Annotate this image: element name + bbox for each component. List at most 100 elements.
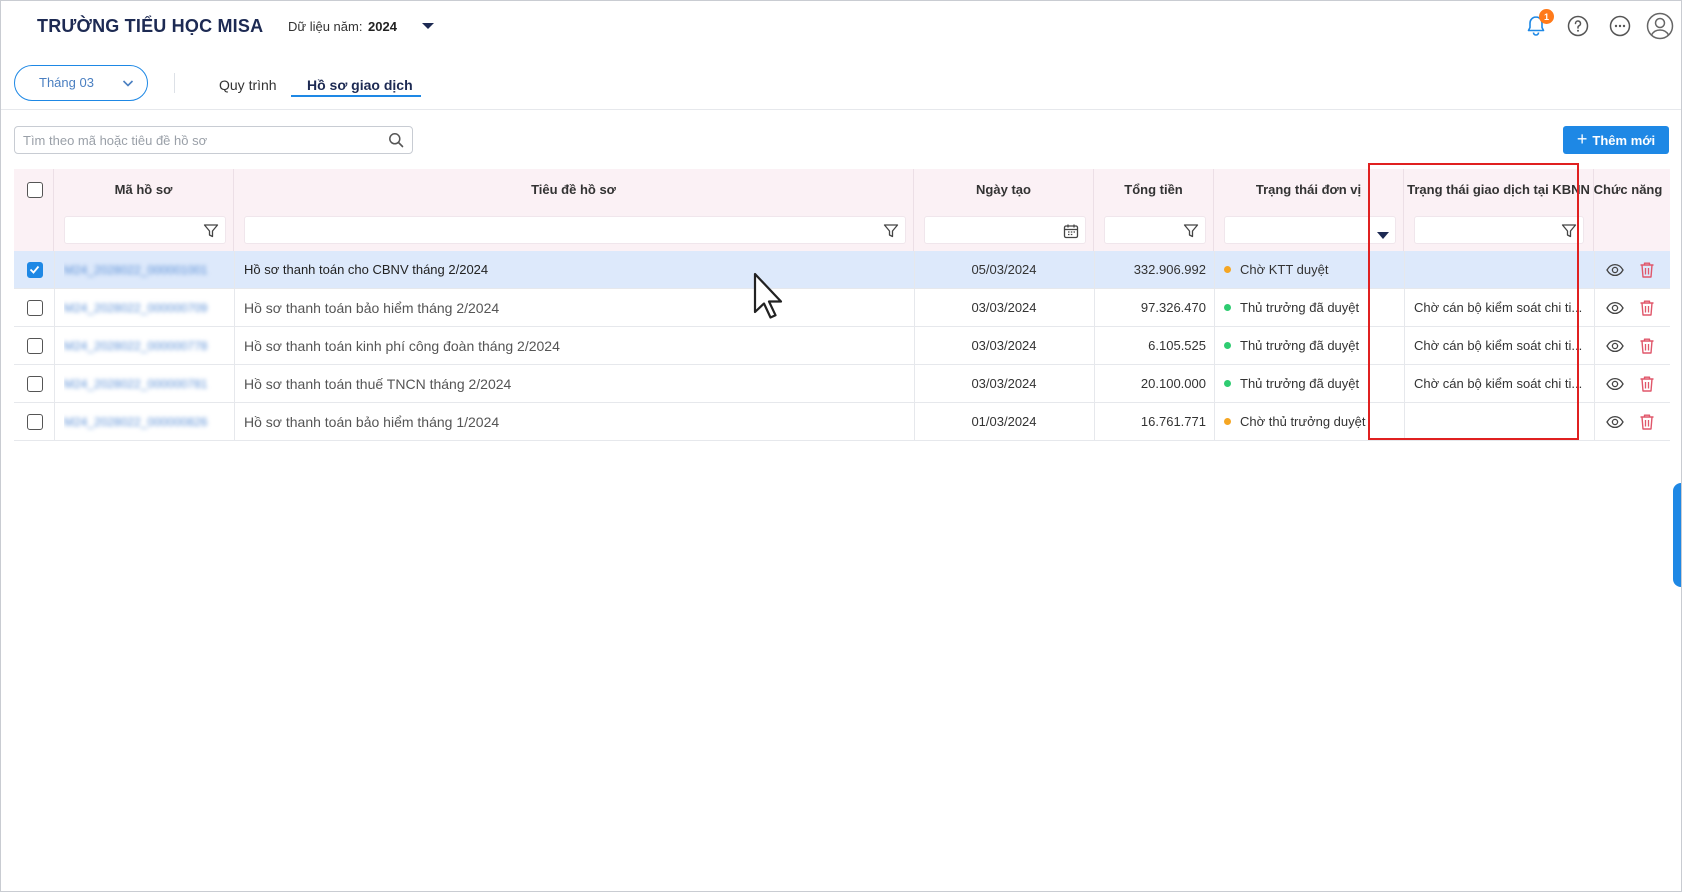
row-code-cell: M24_2028022_000000781 <box>64 365 234 402</box>
row-checkbox[interactable] <box>27 262 43 278</box>
row-code-cell: M24_2028022_000000778 <box>64 327 234 364</box>
record-amount: 6.105.525 <box>1148 338 1206 353</box>
trash-icon[interactable] <box>1639 413 1655 431</box>
record-amount: 97.326.470 <box>1140 300 1206 315</box>
search-input[interactable] <box>23 131 383 149</box>
filter-icon[interactable] <box>1183 223 1199 244</box>
date-filter[interactable] <box>924 216 1086 244</box>
record-date: 03/03/2024 <box>971 376 1037 391</box>
column-amount-header[interactable]: Tổng tiền <box>1094 182 1213 197</box>
record-code[interactable]: M24_2028022_000000778 <box>64 339 207 353</box>
active-tab-indicator <box>291 95 421 97</box>
record-title: Hồ sơ thanh toán cho CBNV tháng 2/2024 <box>244 262 489 277</box>
row-code-cell: M24_2028022_000000826 <box>64 403 234 440</box>
row-actions-cell <box>1604 327 1674 364</box>
toolbar-divider <box>174 73 175 93</box>
eye-icon[interactable] <box>1606 261 1624 279</box>
row-amount-cell: 97.326.470 <box>1094 289 1206 326</box>
year-value[interactable]: 2024 <box>368 19 397 34</box>
add-new-button[interactable]: + Thêm mới <box>1563 126 1669 154</box>
title-filter[interactable] <box>244 216 906 244</box>
more-icon[interactable] <box>1605 11 1635 41</box>
record-code[interactable]: M24_2028022_000000709 <box>64 301 207 315</box>
bell-icon[interactable]: 1 <box>1521 9 1554 41</box>
row-checkbox[interactable] <box>27 414 43 430</box>
trash-icon[interactable] <box>1639 337 1655 355</box>
filter-icon[interactable] <box>203 223 219 244</box>
record-amount: 332.906.992 <box>1133 262 1206 277</box>
column-actions-header: Chức năng <box>1593 182 1663 197</box>
column-separator <box>914 251 915 441</box>
row-title-cell: Hồ sơ thanh toán bảo hiểm tháng 2/2024 <box>244 289 904 326</box>
column-code-header[interactable]: Mã hồ sơ <box>54 182 233 197</box>
eye-icon[interactable] <box>1606 299 1624 317</box>
tab-ho-so-giao-dich[interactable]: Hồ sơ giao dịch <box>307 77 413 93</box>
row-date-cell: 01/03/2024 <box>914 403 1094 440</box>
trash-icon[interactable] <box>1639 261 1655 279</box>
month-value: Tháng 03 <box>39 75 94 90</box>
row-amount-cell: 20.100.000 <box>1094 365 1206 402</box>
row-checkbox[interactable] <box>27 376 43 392</box>
eye-icon[interactable] <box>1606 337 1624 355</box>
record-title: Hồ sơ thanh toán bảo hiểm tháng 2/2024 <box>244 299 500 316</box>
mouse-pointer-icon <box>753 272 785 325</box>
row-code-cell: M24_2028022_000001001 <box>64 251 234 288</box>
amount-filter[interactable] <box>1104 216 1206 244</box>
row-title-cell: Hồ sơ thanh toán kinh phí công đoàn thán… <box>244 327 904 364</box>
trash-icon[interactable] <box>1639 299 1655 317</box>
row-date-cell: 03/03/2024 <box>914 289 1094 326</box>
eye-icon[interactable] <box>1606 413 1624 431</box>
row-checkbox[interactable] <box>27 300 43 316</box>
help-icon[interactable] <box>1563 11 1593 41</box>
row-actions-cell <box>1604 289 1674 326</box>
status-dot <box>1224 304 1231 311</box>
column-separator <box>54 251 55 441</box>
code-filter[interactable] <box>64 216 226 244</box>
record-date: 03/03/2024 <box>971 300 1037 315</box>
calendar-icon[interactable] <box>1063 223 1079 244</box>
toolbar-divider-line <box>1 109 1681 110</box>
column-separator <box>1094 251 1095 441</box>
row-actions-cell <box>1604 365 1674 402</box>
status-dot <box>1224 342 1231 349</box>
notification-badge: 1 <box>1539 9 1554 24</box>
year-dropdown-icon[interactable] <box>422 23 434 29</box>
chevron-down-icon <box>121 76 135 95</box>
user-avatar-icon[interactable] <box>1645 11 1675 41</box>
row-title-cell: Hồ sơ thanh toán thuế TNCN tháng 2/2024 <box>244 365 904 402</box>
column-title-header[interactable]: Tiêu đề hồ sơ <box>234 182 913 197</box>
record-amount: 16.761.771 <box>1140 414 1206 429</box>
record-title: Hồ sơ thanh toán bảo hiểm tháng 1/2024 <box>244 413 500 430</box>
header-date: Ngày tạo <box>914 169 1094 251</box>
status-dot <box>1224 418 1231 425</box>
row-checkbox[interactable] <box>27 338 43 354</box>
search-icon[interactable] <box>388 132 404 153</box>
record-unit-status: Thủ trưởng đã duyệt <box>1240 300 1360 315</box>
search-box <box>14 126 413 154</box>
top-actions: 1 <box>1501 9 1681 45</box>
row-actions-cell <box>1604 251 1674 288</box>
header-code: Mã hồ sơ <box>54 169 234 251</box>
row-date-cell: 03/03/2024 <box>914 365 1094 402</box>
column-separator <box>1214 251 1215 441</box>
record-amount: 20.100.000 <box>1140 376 1206 391</box>
trash-icon[interactable] <box>1639 375 1655 393</box>
filter-icon[interactable] <box>883 223 899 244</box>
status-dot <box>1224 380 1231 387</box>
side-panel-handle[interactable] <box>1673 483 1681 587</box>
record-unit-status: Thủ trưởng đã duyệt <box>1240 338 1360 353</box>
record-date: 03/03/2024 <box>971 338 1037 353</box>
record-code[interactable]: M24_2028022_000001001 <box>64 263 207 277</box>
eye-icon[interactable] <box>1606 375 1624 393</box>
top-bar: TRƯỜNG TIỂU HỌC MISA Dữ liệu năm: 2024 1 <box>1 1 1681 53</box>
add-new-label: Thêm mới <box>1592 132 1656 148</box>
tab-quy-trinh[interactable]: Quy trình <box>219 77 277 93</box>
record-code[interactable]: M24_2028022_000000826 <box>64 415 207 429</box>
month-selector[interactable]: Tháng 03 <box>14 65 148 101</box>
row-amount-cell: 6.105.525 <box>1094 327 1206 364</box>
record-date: 01/03/2024 <box>971 414 1037 429</box>
record-code[interactable]: M24_2028022_000000781 <box>64 377 207 391</box>
column-date-header[interactable]: Ngày tạo <box>914 182 1093 197</box>
select-all-checkbox[interactable] <box>27 182 43 198</box>
row-actions-cell <box>1604 403 1674 440</box>
